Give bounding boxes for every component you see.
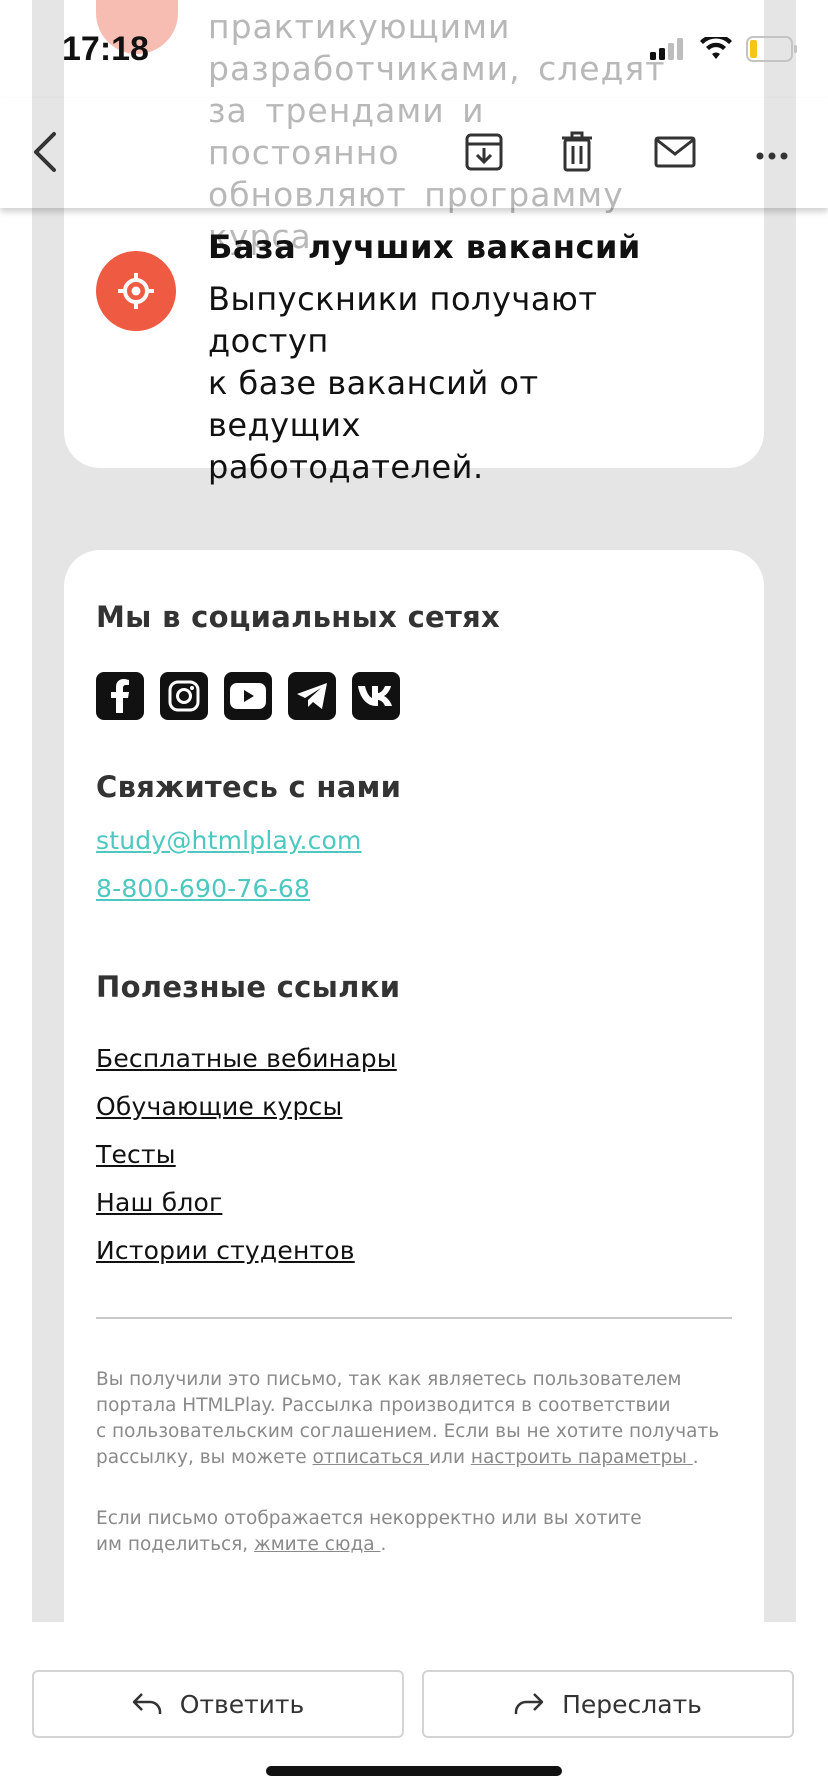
link-blog[interactable]: Наш блог bbox=[96, 1188, 222, 1217]
settings-link[interactable]: настроить параметры bbox=[471, 1447, 693, 1468]
home-indicator[interactable] bbox=[266, 1766, 562, 1776]
status-bar: 17:18 bbox=[0, 0, 828, 98]
youtube-icon[interactable] bbox=[224, 672, 272, 720]
forward-label: Переслать bbox=[562, 1689, 702, 1719]
instagram-icon[interactable] bbox=[160, 672, 208, 720]
forward-icon bbox=[514, 1693, 544, 1714]
link-stories[interactable]: Истории студентов bbox=[96, 1236, 355, 1265]
forward-button[interactable]: Переслать bbox=[422, 1670, 794, 1738]
vk-icon[interactable] bbox=[352, 672, 400, 720]
signal-icon bbox=[650, 38, 683, 60]
click-here-link[interactable]: жмите сюда bbox=[254, 1534, 380, 1555]
archive-icon[interactable] bbox=[464, 132, 504, 176]
link-courses[interactable]: Обучающие курсы bbox=[96, 1092, 342, 1121]
unsubscribe-link[interactable]: отписаться bbox=[313, 1447, 430, 1468]
phone-link[interactable]: 8-800-690-76-68 bbox=[96, 874, 310, 903]
reply-button[interactable]: Ответить bbox=[32, 1670, 404, 1738]
mail-toolbar bbox=[0, 98, 828, 208]
more-icon[interactable] bbox=[756, 146, 788, 165]
battery-icon bbox=[746, 36, 797, 62]
reply-label: Ответить bbox=[179, 1689, 305, 1719]
feature-title: База лучших вакансий bbox=[208, 228, 641, 266]
email-link[interactable]: study@htmlplay.com bbox=[96, 826, 362, 855]
facebook-icon[interactable] bbox=[96, 672, 144, 720]
subscription-note: Вы получили это письмо, так как являетес… bbox=[96, 1369, 720, 1468]
target-icon bbox=[96, 251, 176, 331]
link-webinars[interactable]: Бесплатные вебинары bbox=[96, 1044, 397, 1073]
back-icon[interactable] bbox=[30, 130, 60, 178]
reply-icon bbox=[132, 1693, 162, 1714]
contacts-heading: Свяжитесь с нами bbox=[96, 770, 402, 804]
mail-icon[interactable] bbox=[654, 136, 696, 172]
useful-links-heading: Полезные ссылки bbox=[96, 970, 401, 1004]
wifi-icon bbox=[700, 37, 732, 59]
social-heading: Мы в социальных сетях bbox=[96, 600, 501, 634]
link-tests[interactable]: Тесты bbox=[96, 1140, 176, 1169]
feature-description: Выпускники получают доступ к базе ваканс… bbox=[208, 280, 598, 486]
divider bbox=[96, 1317, 732, 1319]
trash-icon[interactable] bbox=[560, 130, 594, 176]
share-note: Если письмо отображается некорректно или… bbox=[96, 1508, 642, 1555]
clock: 17:18 bbox=[62, 30, 149, 68]
social-icons bbox=[96, 672, 400, 720]
telegram-icon[interactable] bbox=[288, 672, 336, 720]
